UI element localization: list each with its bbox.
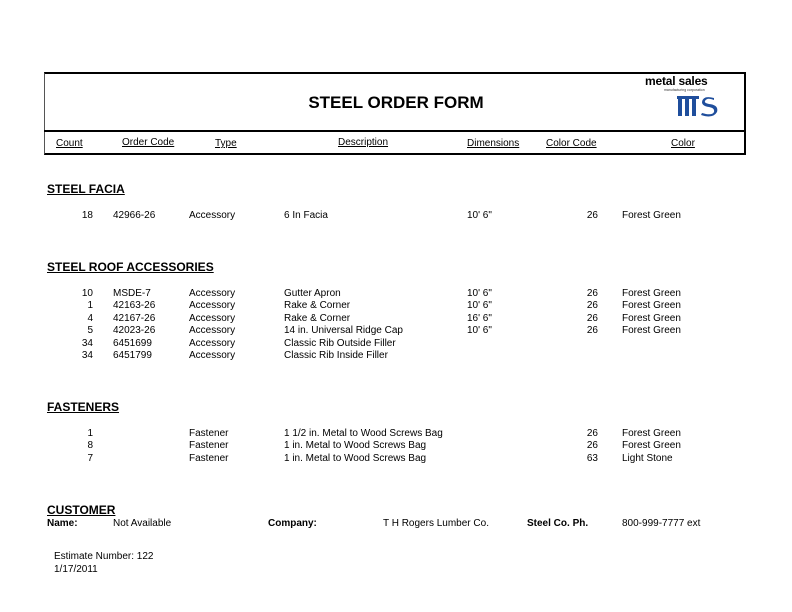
section-title-customer: CUSTOMER <box>47 503 116 517</box>
section-title-steel-facia: STEEL FACIA <box>47 182 125 196</box>
cell-description: Gutter Apron <box>284 288 341 299</box>
cell-count: 34 <box>81 350 93 361</box>
cell-type: Accessory <box>189 350 236 361</box>
metal-sales-logo-icon <box>677 96 718 117</box>
cell-description: 14 in. Universal Ridge Cap <box>284 325 403 336</box>
cell-description: 6 In Facia <box>284 210 328 221</box>
cell-count: 18 <box>81 210 93 221</box>
cell-count: 4 <box>87 313 93 324</box>
customer-phone-value: 800-999-7777 ext <box>622 518 701 529</box>
cell-description: Classic Rib Outside Filler <box>284 338 396 349</box>
cell-color: Forest Green <box>622 313 681 324</box>
cell-color-code: 26 <box>586 300 598 311</box>
cell-dimensions: 10' 6" <box>467 300 492 311</box>
estimate-number: Estimate Number: 122 <box>54 551 154 562</box>
cell-dimensions: 16' 6" <box>467 313 492 324</box>
cell-count: 1 <box>87 428 93 439</box>
cell-count: 7 <box>87 453 93 464</box>
customer-name-label: Name: <box>47 518 78 529</box>
cell-color-code: 26 <box>586 210 598 221</box>
cell-dimensions: 10' 6" <box>467 325 492 336</box>
cell-count: 8 <box>87 440 93 451</box>
header-divider <box>44 130 746 132</box>
column-header-count: Count <box>56 138 83 149</box>
customer-company-label: Company: <box>268 518 317 529</box>
cell-order-code: 6451699 <box>113 338 152 349</box>
column-header-description: Description <box>338 137 389 148</box>
cell-type: Accessory <box>189 210 236 221</box>
cell-color-code: 26 <box>586 288 598 299</box>
logo-tagline: manufacturing corporation <box>664 88 705 92</box>
cell-type: Accessory <box>189 325 236 336</box>
cell-order-code: 42966-26 <box>113 210 156 221</box>
cell-count: 1 <box>87 300 93 311</box>
cell-order-code: 42023-26 <box>113 325 156 336</box>
column-header-order-code: Order Code <box>122 137 175 148</box>
cell-count: 34 <box>81 338 93 349</box>
cell-type: Accessory <box>189 313 236 324</box>
cell-dimensions: 10' 6" <box>467 210 492 221</box>
cell-order-code: 6451799 <box>113 350 152 361</box>
cell-type: Fastener <box>189 453 229 464</box>
cell-order-code: MSDE-7 <box>113 288 151 299</box>
cell-count: 10 <box>81 288 93 299</box>
cell-color: Light Stone <box>622 453 673 464</box>
cell-type: Accessory <box>189 338 236 349</box>
cell-color: Forest Green <box>622 288 681 299</box>
cell-type: Accessory <box>189 288 236 299</box>
cell-order-code: 42167-26 <box>113 313 156 324</box>
customer-name-value: Not Available <box>113 518 172 529</box>
customer-phone-label: Steel Co. Ph. <box>527 518 589 529</box>
cell-color: Forest Green <box>622 428 681 439</box>
cell-color-code: 26 <box>586 440 598 451</box>
cell-description: 1 in. Metal to Wood Screws Bag <box>284 440 427 451</box>
cell-count: 5 <box>87 325 93 336</box>
column-header-color-code: Color Code <box>546 138 597 149</box>
estimate-date: 1/17/2011 <box>54 564 98 575</box>
section-title-fasteners: FASTENERS <box>47 400 120 414</box>
column-header-dimensions: Dimensions <box>467 138 520 149</box>
cell-color: Forest Green <box>622 440 681 451</box>
cell-color-code: 26 <box>586 313 598 324</box>
cell-color: Forest Green <box>622 300 681 311</box>
cell-color: Forest Green <box>622 210 681 221</box>
cell-description: 1 1/2 in. Metal to Wood Screws Bag <box>284 428 443 439</box>
page-title: STEEL ORDER FORM <box>308 93 484 112</box>
cell-type: Fastener <box>189 428 229 439</box>
cell-type: Fastener <box>189 440 229 451</box>
cell-color-code: 26 <box>586 428 598 439</box>
logo-name: metal sales <box>645 74 708 88</box>
column-header-type: Type <box>215 138 237 149</box>
section-title-steel-roof-accessories: STEEL ROOF ACCESSORIES <box>47 260 214 274</box>
cell-description: Rake & Corner <box>284 313 351 324</box>
customer-company-value: T H Rogers Lumber Co. <box>383 518 489 529</box>
cell-description: Classic Rib Inside Filler <box>284 350 388 361</box>
cell-color-code: 63 <box>586 453 598 464</box>
column-header-color: Color <box>671 138 695 149</box>
cell-order-code: 42163-26 <box>113 300 156 311</box>
cell-color: Forest Green <box>622 325 681 336</box>
cell-dimensions: 10' 6" <box>467 288 492 299</box>
cell-type: Accessory <box>189 300 236 311</box>
cell-description: 1 in. Metal to Wood Screws Bag <box>284 453 427 464</box>
cell-description: Rake & Corner <box>284 300 351 311</box>
cell-color-code: 26 <box>586 325 598 336</box>
